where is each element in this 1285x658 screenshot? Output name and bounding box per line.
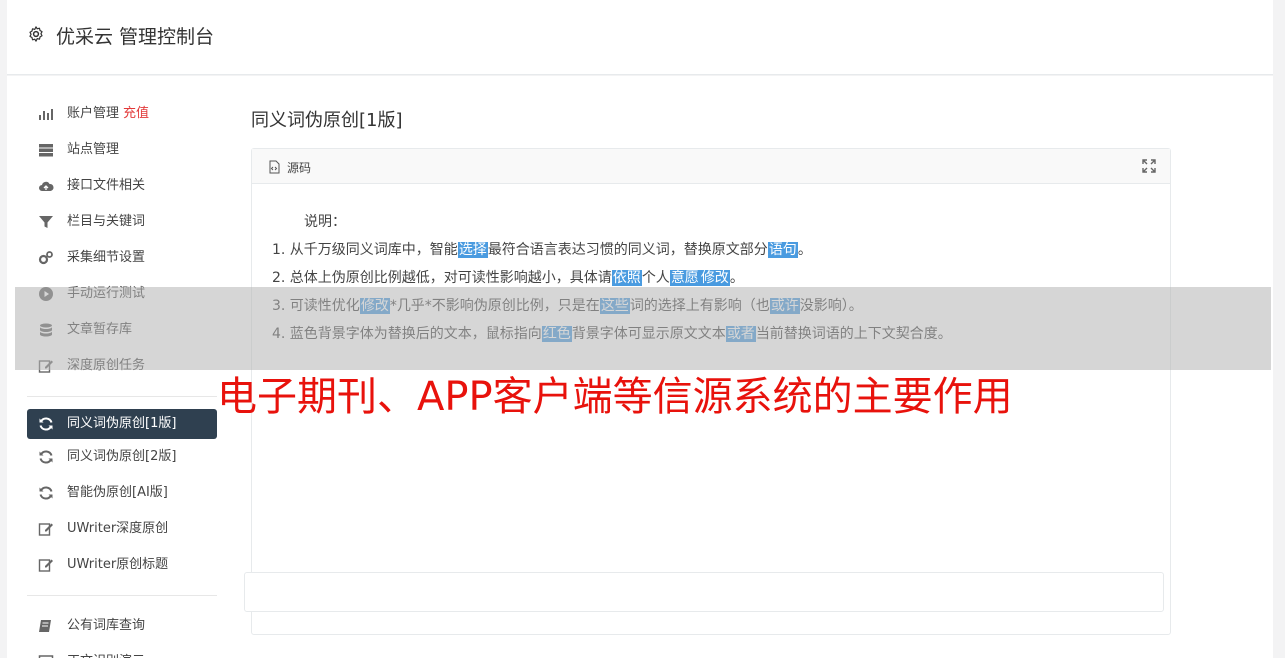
refresh-icon (39, 486, 53, 500)
sidebar-item-label: 同义词伪原创[2版] (67, 449, 177, 464)
description-line: 1. 从千万级同义词库中，智能选择最符合语言表达习惯的同义词，替换原文部分语句。 (272, 242, 812, 258)
server-icon (39, 144, 53, 157)
cloud-upload-icon (39, 181, 54, 191)
filter-icon (39, 216, 53, 228)
replaced-word[interactable]: 修改 (699, 270, 730, 286)
panel-label: 源码 (287, 161, 312, 175)
sidebar-item[interactable]: 公有词库查询 (27, 608, 217, 644)
replaced-word[interactable]: 选择 (457, 242, 488, 258)
sidebar-item-label: 采集细节设置 (67, 250, 146, 265)
sidebar-item[interactable]: 正文识别演示 (27, 644, 217, 658)
overlay-band (15, 287, 1271, 370)
brand-title: 优采云 管理控制台 (56, 26, 215, 48)
square-icon (38, 655, 54, 658)
sidebar-item[interactable]: 账户管理 充值 (27, 96, 217, 132)
sidebar-item-label: 同义词伪原创[1版] (67, 416, 177, 431)
refresh-icon (39, 450, 53, 464)
sidebar-divider (27, 595, 217, 596)
refresh-icon (39, 417, 53, 431)
sidebar-divider (27, 396, 217, 397)
overlay-headline: 电子期刊、APP客户端等信源系统的主要作用 (217, 374, 1013, 420)
sidebar-item-label: UWriter原创标题 (67, 557, 169, 572)
sidebar-item[interactable]: 栏目与关键词 (27, 204, 217, 240)
sidebar-item[interactable]: 采集细节设置 (27, 240, 217, 276)
edit-icon (38, 523, 53, 536)
replaced-word[interactable]: 语句 (767, 242, 798, 258)
gear-icon (29, 26, 43, 42)
sidebar-item[interactable]: 站点管理 (27, 132, 217, 168)
top-header: 优采云 管理控制台 (7, 0, 1273, 75)
edit-icon (38, 559, 53, 572)
expand-icon[interactable] (1142, 159, 1156, 173)
sidebar-item[interactable]: 同义词伪原创[2版] (27, 439, 217, 475)
sidebar: 账户管理充值站点管理接口文件相关栏目与关键词采集细节设置手动运行测试文章暂存库深… (27, 96, 217, 658)
sidebar-item-label: 智能伪原创[AI版] (67, 485, 168, 500)
page-title: 同义词伪原创[1版] (251, 110, 403, 131)
sidebar-item-label: 账户管理 (67, 106, 120, 121)
book-icon (39, 620, 51, 632)
sidebar-item[interactable]: 接口文件相关 (27, 168, 217, 204)
sidebar-item[interactable]: UWriter深度原创 (27, 511, 217, 547)
sidebar-item-label: 接口文件相关 (67, 178, 146, 193)
panel-header: 源码 (252, 149, 1170, 184)
recharge-link[interactable]: 充值 (123, 106, 149, 121)
gears-icon (38, 251, 53, 265)
intro-label: 说明： (304, 214, 346, 230)
replaced-word[interactable]: 意愿 (669, 270, 700, 286)
sidebar-item-label: 栏目与关键词 (67, 214, 146, 229)
sidebar-item[interactable]: UWriter原创标题 (27, 547, 217, 583)
sidebar-item-label: 正文识别演示 (67, 654, 145, 658)
sidebar-item[interactable]: 同义词伪原创[1版] (27, 409, 217, 439)
sidebar-item-label: 站点管理 (67, 142, 120, 157)
sidebar-item-label: UWriter深度原创 (67, 521, 169, 536)
second-panel (244, 572, 1164, 612)
sidebar-item[interactable]: 智能伪原创[AI版] (27, 475, 217, 511)
sidebar-item-label: 公有词库查询 (67, 618, 146, 633)
bar-chart-icon (39, 109, 53, 120)
replaced-word[interactable]: 依照 (611, 270, 642, 286)
code-file-icon (269, 160, 280, 174)
